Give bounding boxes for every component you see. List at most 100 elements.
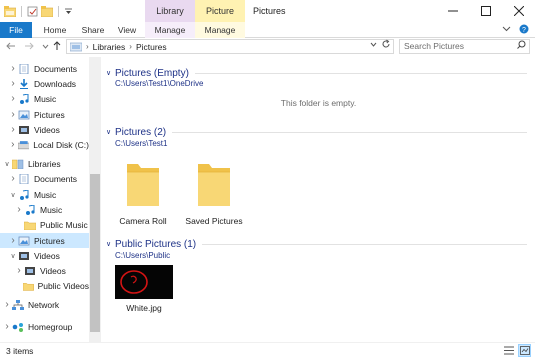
nav-item[interactable]: › Local Disk (C:) xyxy=(0,137,89,152)
chevron-right-icon[interactable]: › xyxy=(8,173,18,184)
nav-item[interactable]: ∨ Videos xyxy=(0,248,89,263)
chevron-right-icon[interactable]: › xyxy=(8,139,18,150)
libraries-icon xyxy=(70,42,82,51)
nav-item[interactable]: › Music xyxy=(0,202,89,217)
chevron-down-icon[interactable]: ∨ xyxy=(8,252,18,260)
nav-item[interactable]: ∨ Libraries xyxy=(0,156,89,171)
navigation-pane: › Documents › Downloads › Music › Pictures › Vide… xyxy=(0,57,101,342)
nav-scrollbar[interactable] xyxy=(89,57,101,342)
large-icons-view-button[interactable] xyxy=(518,344,531,357)
nav-scrollbar-thumb[interactable] xyxy=(90,174,100,332)
chevron-right-icon[interactable]: › xyxy=(8,124,18,135)
pictures-icon xyxy=(18,110,30,119)
chevron-right-icon[interactable]: › xyxy=(2,321,12,332)
group-path[interactable]: C:\Users\Public xyxy=(115,251,170,260)
breadcrumb-libraries[interactable]: Libraries xyxy=(93,42,126,52)
tab-home[interactable]: Home xyxy=(36,22,74,38)
chevron-down-icon: ∨ xyxy=(105,70,112,77)
nav-item-label: Public Music xyxy=(40,219,88,230)
nav-item-label: Videos xyxy=(34,250,60,261)
tab-share[interactable]: Share xyxy=(76,22,110,38)
group-path[interactable]: C:\Users\Test1 xyxy=(115,139,167,148)
nav-item[interactable]: › Homegroup xyxy=(0,319,89,334)
folder-item-camera-roll[interactable]: Camera Roll xyxy=(108,158,178,226)
properties-icon[interactable] xyxy=(27,6,38,17)
nav-item[interactable]: › Downloads xyxy=(0,76,89,91)
folder-icon xyxy=(24,221,36,230)
new-folder-icon[interactable] xyxy=(41,5,53,17)
chevron-right-icon[interactable]: › xyxy=(8,63,18,74)
pictures-icon xyxy=(18,236,30,245)
back-button[interactable] xyxy=(4,39,18,53)
nav-item[interactable]: › Documents xyxy=(0,61,89,76)
videos-icon xyxy=(19,251,29,260)
nav-item-label: Public Videos xyxy=(37,280,89,291)
nav-item-label: Music xyxy=(34,93,57,104)
help-icon[interactable]: ? xyxy=(519,24,529,34)
ribbon-tab-bar: File Home Share View Manage Manage ? xyxy=(0,22,535,38)
details-view-icon xyxy=(503,346,514,355)
music-icon xyxy=(26,204,35,215)
nav-item[interactable]: › Music xyxy=(0,91,89,106)
documents-icon xyxy=(19,63,29,74)
group-divider xyxy=(172,131,527,133)
chevron-down-icon xyxy=(370,42,377,47)
nav-item[interactable]: › Network xyxy=(0,297,89,312)
tab-view[interactable]: View xyxy=(112,22,142,38)
nav-item[interactable]: › Videos xyxy=(0,122,89,137)
svg-text:?: ? xyxy=(522,27,526,34)
nav-item[interactable]: Public Music xyxy=(0,217,89,232)
details-view-button[interactable] xyxy=(502,344,515,357)
chevron-right-icon[interactable]: › xyxy=(14,265,24,276)
file-item-white-jpg[interactable]: White.jpg xyxy=(109,265,179,313)
nav-item[interactable]: › Pictures xyxy=(0,233,89,248)
group-header[interactable]: ∨ Pictures (2) xyxy=(102,126,527,138)
tab-manage-library[interactable]: Manage xyxy=(145,22,195,38)
nav-item[interactable]: › Pictures xyxy=(0,107,89,122)
chevron-down-icon[interactable]: ∨ xyxy=(8,191,18,199)
chevron-right-icon[interactable]: › xyxy=(8,235,18,246)
chevron-right-icon[interactable]: › xyxy=(8,93,18,104)
ribbon-right-controls: ? xyxy=(502,24,529,34)
chevron-right-icon[interactable]: › xyxy=(14,204,24,215)
folder-item-saved-pictures[interactable]: Saved Pictures xyxy=(179,158,249,226)
chevron-right-icon[interactable]: › xyxy=(2,299,12,310)
breadcrumb-pictures[interactable]: Pictures xyxy=(136,42,167,52)
nav-item-label: Pictures xyxy=(34,109,65,120)
nav-item-label: Homegroup xyxy=(28,321,73,332)
group-header[interactable]: ∨ Public Pictures (1) xyxy=(102,238,527,250)
refresh-button[interactable] xyxy=(381,39,391,52)
expand-ribbon-icon[interactable] xyxy=(502,24,511,33)
group-path[interactable]: C:\Users\Test1\OneDrive xyxy=(115,79,203,88)
tab-file[interactable]: File xyxy=(0,22,32,38)
up-button[interactable] xyxy=(50,39,64,53)
chevron-right-icon[interactable]: › xyxy=(8,78,18,89)
library-tools-header: Library Tools xyxy=(145,0,195,38)
search-input[interactable]: Search Pictures xyxy=(399,39,530,54)
chevron-right-icon[interactable]: › xyxy=(8,109,18,120)
customize-toolbar-icon[interactable] xyxy=(64,6,73,17)
nav-item[interactable]: › Documents xyxy=(0,171,89,186)
forward-button[interactable] xyxy=(22,39,36,53)
nav-item[interactable]: Public Videos xyxy=(0,278,89,293)
folder-label: Camera Roll xyxy=(119,216,167,226)
nav-item-label: Music xyxy=(40,204,63,215)
minimize-button[interactable] xyxy=(436,0,469,22)
folder-icon xyxy=(198,164,230,206)
address-bar[interactable]: › Libraries › Pictures xyxy=(66,39,394,54)
group-title: Pictures (2) xyxy=(115,126,167,138)
close-button[interactable] xyxy=(502,0,535,22)
chevron-down-icon: ∨ xyxy=(105,129,112,136)
address-history-dropdown[interactable] xyxy=(370,41,377,50)
nav-item-label: Network xyxy=(28,299,60,310)
group-header[interactable]: ∨ Pictures (Empty) xyxy=(102,67,527,79)
tab-manage-picture[interactable]: Manage xyxy=(195,22,245,38)
nav-item-label: Pictures xyxy=(34,235,65,246)
nav-item[interactable]: › Videos xyxy=(0,263,89,278)
chevron-down-icon[interactable]: ∨ xyxy=(2,160,12,168)
nav-item[interactable]: ∨ Music xyxy=(0,187,89,202)
nav-item-label: Downloads xyxy=(34,78,77,89)
group-divider xyxy=(202,243,527,245)
maximize-button[interactable] xyxy=(469,0,502,22)
item-count: 3 items xyxy=(6,346,34,356)
